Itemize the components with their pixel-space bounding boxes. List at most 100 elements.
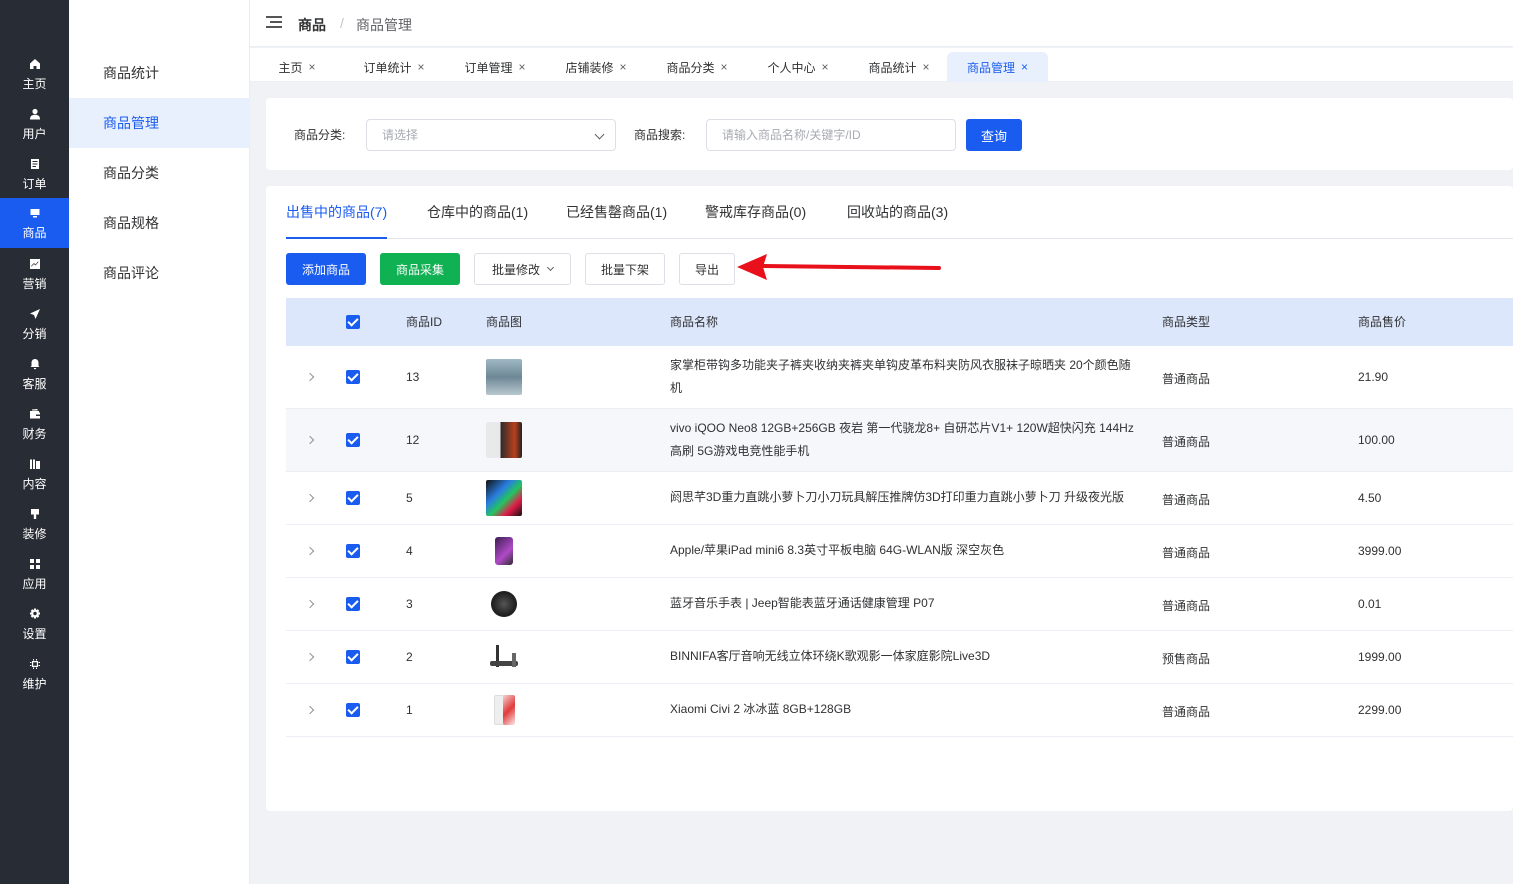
product-price: 4.50 [1358,491,1382,505]
expand-row-icon[interactable] [305,493,315,503]
tab-product-category[interactable]: 商品分类 × [657,52,737,82]
row-checkbox[interactable] [346,370,360,384]
tab-order-manage[interactable]: 订单管理 × [455,52,535,82]
product-type: 普通商品 [1162,705,1211,719]
table-row[interactable]: 5 阏思芊3D重力直跳小萝卜刀小刀玩具解压推牌仿3D打印重力直跳小萝卜刀 升级夜… [286,472,1513,525]
table-row[interactable]: 12 vivo iQOO Neo8 12GB+256GB 夜岩 第一代骁龙8+ … [286,409,1513,472]
rail-item-maintenance[interactable]: 维护 [0,649,69,699]
gear-icon [28,607,42,621]
product-image [486,639,522,675]
row-checkbox[interactable] [346,544,360,558]
tab-product-manage[interactable]: 商品管理 × [947,52,1048,82]
product-subnav: 商品统计 商品管理 商品分类 商品规格 商品评论 [69,0,250,884]
rail-item-product[interactable]: 商品 [0,198,69,248]
product-type: 普通商品 [1162,372,1211,386]
close-icon[interactable]: × [620,60,627,74]
tab-store-decoration[interactable]: 店铺装修 × [556,52,636,82]
table-row[interactable]: 4 Apple/苹果iPad mini6 8.3英寸平板电脑 64G-WLAN版… [286,525,1513,578]
rail-item-settings[interactable]: 设置 [0,599,69,649]
rail-item-home[interactable]: 主页 [0,49,69,99]
row-checkbox[interactable] [346,597,360,611]
product-name: 阏思芊3D重力直跳小萝卜刀小刀玩具解压推牌仿3D打印重力直跳小萝卜刀 升级夜光版 [670,490,1125,504]
rail-item-apps[interactable]: 应用 [0,549,69,599]
row-checkbox[interactable] [346,703,360,717]
subnav-item-product-review[interactable]: 商品评论 [69,248,250,298]
grid-icon [28,557,42,571]
tab-on-sale[interactable]: 出售中的商品(7) [286,186,388,239]
column-header-type: 商品类型 [1162,315,1211,329]
product-id: 2 [406,650,413,664]
tab-low-stock[interactable]: 警戒库存商品(0) [705,186,806,239]
rail-item-service[interactable]: 客服 [0,349,69,399]
close-icon[interactable]: × [309,60,316,74]
product-name: Apple/苹果iPad mini6 8.3英寸平板电脑 64G-WLAN版 深… [670,543,1005,557]
breadcrumb-root[interactable]: 商品 [298,15,326,35]
product-type: 普通商品 [1162,435,1211,449]
close-icon[interactable]: × [822,60,829,74]
rail-item-distribution[interactable]: 分销 [0,299,69,349]
rail-item-content[interactable]: 内容 [0,449,69,499]
expand-row-icon[interactable] [305,705,315,715]
category-select[interactable]: 请选择 [366,119,616,151]
product-name: Xiaomi Civi 2 冰冰蓝 8GB+128GB [670,702,852,716]
tab-product-stats[interactable]: 商品统计 × [859,52,939,82]
rail-item-marketing[interactable]: 营销 [0,249,69,299]
tab-recycle-bin[interactable]: 回收站的商品(3) [847,186,948,239]
subnav-item-product-stats[interactable]: 商品统计 [69,48,250,98]
row-checkbox[interactable] [346,491,360,505]
tab-order-stats[interactable]: 订单统计 × [354,52,434,82]
distribution-icon [28,307,42,321]
expand-row-icon[interactable] [305,652,315,662]
subnav-item-product-category[interactable]: 商品分类 [69,148,250,198]
product-id: 5 [406,491,413,505]
product-price: 0.01 [1358,597,1382,611]
tab-in-warehouse[interactable]: 仓库中的商品(1) [427,186,528,239]
close-icon[interactable]: × [721,60,728,74]
close-icon[interactable]: × [1021,60,1028,74]
batch-edit-button[interactable]: 批量修改 [474,253,571,285]
close-icon[interactable]: × [923,60,930,74]
subnav-item-product-manage[interactable]: 商品管理 [69,98,250,148]
search-input[interactable] [706,119,956,151]
product-price: 2299.00 [1358,703,1402,717]
rail-item-user[interactable]: 用户 [0,99,69,149]
expand-row-icon[interactable] [305,435,315,445]
expand-row-icon[interactable] [305,599,315,609]
chip-icon [28,657,42,671]
collect-product-button[interactable]: 商品采集 [380,253,460,285]
product-id: 12 [406,433,420,447]
table-row[interactable]: 3 蓝牙音乐手表 | Jeep智能表蓝牙通话健康管理 P07 普通商品 0.01 [286,578,1513,631]
query-button[interactable]: 查询 [966,119,1022,151]
table-row[interactable]: 2 BINNIFA客厅音响无线立体环绕K歌观影一体家庭影院Live3D 预售商品… [286,631,1513,684]
add-product-button[interactable]: 添加商品 [286,253,366,285]
product-name: vivo iQOO Neo8 12GB+256GB 夜岩 第一代骁龙8+ 自研芯… [670,421,1134,458]
category-label: 商品分类: [294,128,346,142]
row-checkbox[interactable] [346,650,360,664]
rail-item-decoration[interactable]: 装修 [0,499,69,549]
table-row[interactable]: 1 Xiaomi Civi 2 冰冰蓝 8GB+128GB 普通商品 2299.… [286,684,1513,737]
select-all-checkbox[interactable] [346,315,360,329]
product-id: 3 [406,597,413,611]
menu-collapse-icon[interactable] [266,16,282,30]
column-header-name: 商品名称 [670,315,719,329]
keyword-label: 商品搜索: [634,128,686,142]
expand-row-icon[interactable] [305,372,315,382]
batch-off-shelf-button[interactable]: 批量下架 [585,253,665,285]
tab-profile[interactable]: 个人中心 × [758,52,838,82]
tab-home[interactable]: 主页 × [272,52,322,82]
close-icon[interactable]: × [418,60,425,74]
product-name: 蓝牙音乐手表 | Jeep智能表蓝牙通话健康管理 P07 [670,596,935,610]
table-row[interactable]: 13 家掌柜带钩多功能夹子裤夹收纳夹裤夹单钩皮革布料夹防风衣服袜子晾晒夹 20个… [286,346,1513,409]
row-checkbox[interactable] [346,433,360,447]
product-name: 家掌柜带钩多功能夹子裤夹收纳夹裤夹单钩皮革布料夹防风衣服袜子晾晒夹 20个颜色随… [670,358,1131,395]
table-header: 商品ID 商品图 商品名称 商品类型 商品售价 [286,298,1513,346]
close-icon[interactable]: × [519,60,526,74]
tab-sold-out[interactable]: 已经售罄商品(1) [566,186,667,239]
expand-row-icon[interactable] [305,546,315,556]
rail-item-order[interactable]: 订单 [0,149,69,199]
product-type: 普通商品 [1162,493,1211,507]
brush-icon [28,507,42,521]
rail-item-finance[interactable]: 财务 [0,399,69,449]
export-button[interactable]: 导出 [679,253,735,285]
subnav-item-product-spec[interactable]: 商品规格 [69,198,250,248]
